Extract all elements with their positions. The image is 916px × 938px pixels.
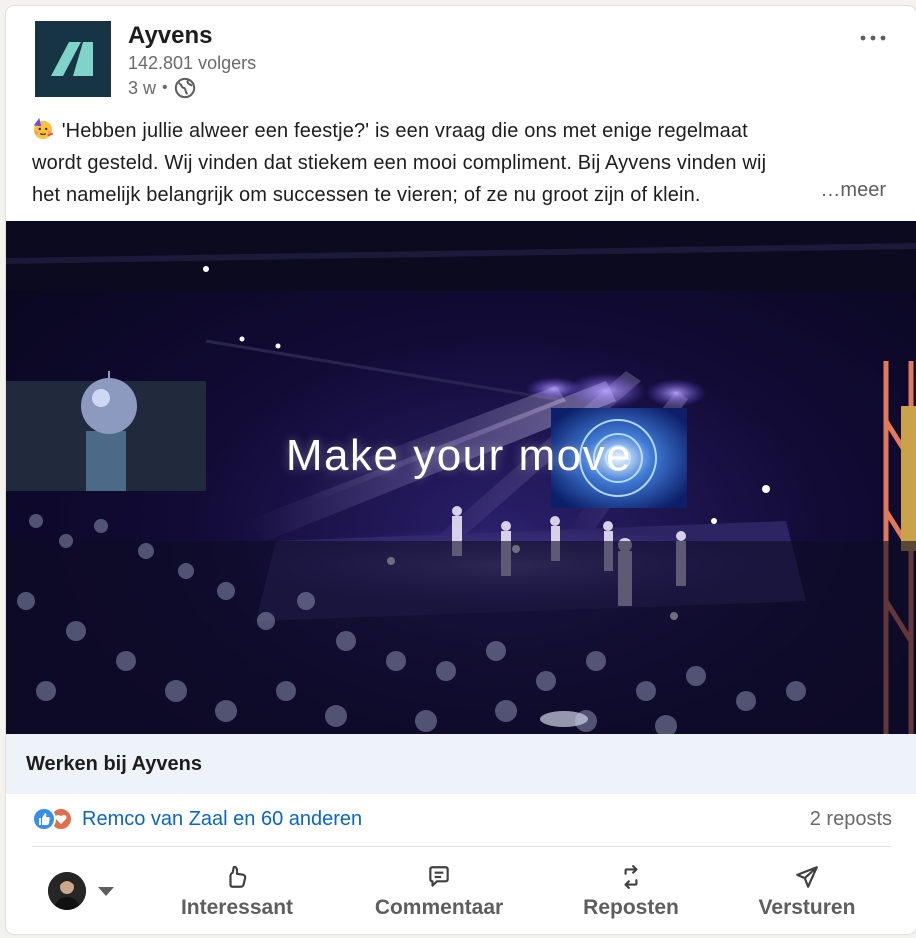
reposts-count[interactable]: 2 reposts [810,808,892,831]
post-text: 'Hebben jullie alweer een feestje?' is e… [32,115,892,211]
party-face-icon [33,118,54,140]
chevron-down-icon [98,886,114,896]
post-text-line-1: 'Hebben jullie alweer een feestje?' is e… [32,115,892,147]
post-video[interactable]: Make your move [6,221,916,734]
see-more-link[interactable]: …meer [816,179,886,202]
post-text-line-3: het namelijk belangrijk om successen te … [32,184,701,206]
repost-button[interactable]: Reposten [580,864,682,920]
reactions-text[interactable]: Remco van Zaal en 60 anderen [82,808,362,831]
comment-button[interactable]: Commentaar [369,864,509,920]
post-text-line-2: wordt gesteld. Wij vinden dat stiekem ee… [32,152,767,174]
send-label: Versturen [758,896,856,919]
avatar [48,872,86,910]
company-logo[interactable] [35,21,111,97]
post-actions-bar: Interessant Commentaar Reposten Versture… [6,856,916,926]
insightful-icon [229,865,247,888]
like-icon [32,807,56,831]
post-meta: 3 w • [128,77,196,99]
feed-post-card: Ayvens 142.801 volgers 3 w • 'Hebben jul… [6,6,916,934]
company-name-link[interactable]: Ayvens [128,22,213,50]
reactions-summary[interactable]: Remco van Zaal en 60 anderen [32,806,362,832]
repost-label: Reposten [583,896,679,919]
ayvens-logo-icon [51,42,93,76]
like-button[interactable]: Interessant [176,864,298,920]
send-icon [796,866,818,888]
post-age: 3 w [128,77,157,98]
reaction-icons [32,806,76,832]
more-options-button[interactable] [860,20,886,46]
repost-icon [624,865,638,889]
media-title: Werken bij Ayvens [26,752,202,775]
meta-separator: • [162,79,168,96]
video-caption-text: Make your move [285,431,633,480]
reaction-identity-switcher[interactable] [48,872,114,910]
actions-divider [32,846,891,847]
comment-label: Commentaar [374,896,504,919]
send-button[interactable]: Versturen [754,864,860,920]
comment-icon [429,866,449,887]
follower-count: 142.801 volgers [128,53,257,73]
like-label: Interessant [180,896,294,919]
media-title-bar[interactable]: Werken bij Ayvens [6,734,916,794]
globe-icon [174,77,195,99]
more-horizontal-icon [860,35,886,41]
